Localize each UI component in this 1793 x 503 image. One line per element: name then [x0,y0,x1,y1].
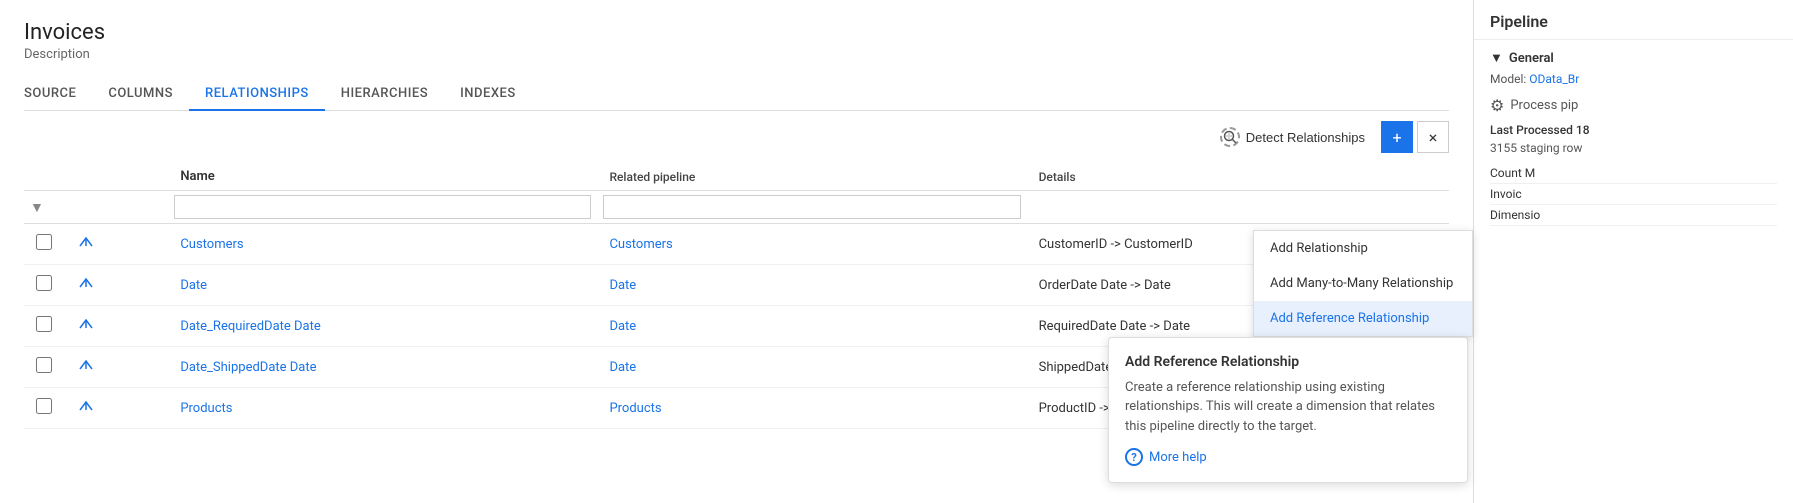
detect-icon [1220,127,1240,147]
relationship-icon-4 [76,396,96,416]
row-name-3[interactable]: Date_ShippedDate Date [168,347,597,388]
row-pipeline-1[interactable]: Date [597,265,1026,306]
table-row: Customers Customers CustomerID -> Custom… [24,224,1449,265]
row-pipeline-3[interactable]: Date [597,347,1026,388]
dropdown-item-add-reference[interactable]: Add Reference Relationship [1254,301,1472,336]
right-panel: Pipeline ▼ General Model: OData_Br ⚙ Pro… [1473,0,1793,503]
page-title: Invoices [24,20,1449,45]
tab-indexes[interactable]: INDEXES [444,78,532,111]
tab-hierarchies[interactable]: HIERARCHIES [325,78,444,111]
dropdown-item-add-relationship[interactable]: Add Relationship [1254,231,1472,266]
row-checkbox-2[interactable] [36,316,52,332]
page-description: Description [24,47,1449,62]
last-processed-label: Last Processed 18 [1490,119,1777,141]
panel-items: Count M Invoic Dimensio [1490,163,1777,226]
panel-title: Pipeline [1474,0,1793,40]
row-pipeline-0[interactable]: Customers [597,224,1026,265]
tooltip-link-text: More help [1149,450,1207,465]
table-row: Date Date OrderDate Date -> Date [24,265,1449,306]
relationship-icon-1 [76,273,96,293]
toolbar: Detect Relationships + × [24,111,1449,163]
pipeline-filter-input[interactable] [603,195,1020,219]
tooltip-body: Create a reference relationship using ex… [1125,378,1451,437]
page-header: Invoices Description [24,20,1449,78]
row-name-0[interactable]: Customers [168,224,597,265]
panel-general-section: ▼ General Model: OData_Br ⚙ Process pip … [1474,40,1793,236]
tab-relationships[interactable]: RELATIONSHIPS [189,78,325,111]
tabs-bar: SOURCE COLUMNS RELATIONSHIPS HIERARCHIES… [24,78,1449,111]
process-pipeline-button[interactable]: ⚙ Process pip [1490,92,1777,119]
col-details-header: Details [1027,163,1449,191]
remove-button[interactable]: × [1417,121,1449,153]
relationship-icon-2 [76,314,96,334]
tooltip-title: Add Reference Relationship [1125,354,1451,370]
process-label: Process pip [1510,98,1578,113]
row-name-4[interactable]: Products [168,388,597,429]
relationship-icon-3 [76,355,96,375]
detect-label: Detect Relationships [1246,130,1365,145]
row-name-2[interactable]: Date_RequiredDate Date [168,306,597,347]
dropdown-item-many-to-many[interactable]: Add Many-to-Many Relationship [1254,266,1472,301]
row-pipeline-4[interactable]: Products [597,388,1026,429]
panel-model-value: OData_Br [1529,72,1579,86]
add-dropdown-menu: Add Relationship Add Many-to-Many Relati… [1253,230,1473,337]
col-related-pipeline-header: Related pipeline [597,163,1026,191]
col-checkbox [24,163,64,191]
tooltip-more-help-link[interactable]: ? More help [1125,448,1451,466]
row-pipeline-2[interactable]: Date [597,306,1026,347]
chevron-down-icon: ▼ [1490,50,1503,66]
panel-item-1: Dimensio [1490,205,1777,226]
row-checkbox-0[interactable] [36,234,52,250]
panel-count-label: Count M [1490,163,1777,184]
panel-model-field: Model: OData_Br [1490,72,1777,86]
row-checkbox-1[interactable] [36,275,52,291]
name-filter-input[interactable] [174,195,591,219]
row-checkbox-3[interactable] [36,357,52,373]
row-count: 3155 staging row [1490,141,1777,155]
detect-relationships-button[interactable]: Detect Relationships [1208,121,1377,153]
gear-icon: ⚙ [1490,96,1504,115]
section-general-label: General [1509,51,1554,66]
add-button[interactable]: + [1381,121,1413,153]
tab-columns[interactable]: COLUMNS [92,78,189,111]
row-name-1[interactable]: Date [168,265,597,306]
panel-item-0: Invoic [1490,184,1777,205]
add-reference-tooltip: Add Reference Relationship Create a refe… [1108,337,1468,484]
col-icon [64,163,168,191]
panel-section-header: ▼ General [1490,50,1777,66]
filter-row: ▼ [24,191,1449,224]
relationship-icon-0 [76,232,96,252]
help-circle-icon: ? [1125,448,1143,466]
filter-icon: ▼ [30,200,44,216]
col-name-header: Name [168,163,597,191]
tab-source[interactable]: SOURCE [24,78,92,111]
row-checkbox-4[interactable] [36,398,52,414]
